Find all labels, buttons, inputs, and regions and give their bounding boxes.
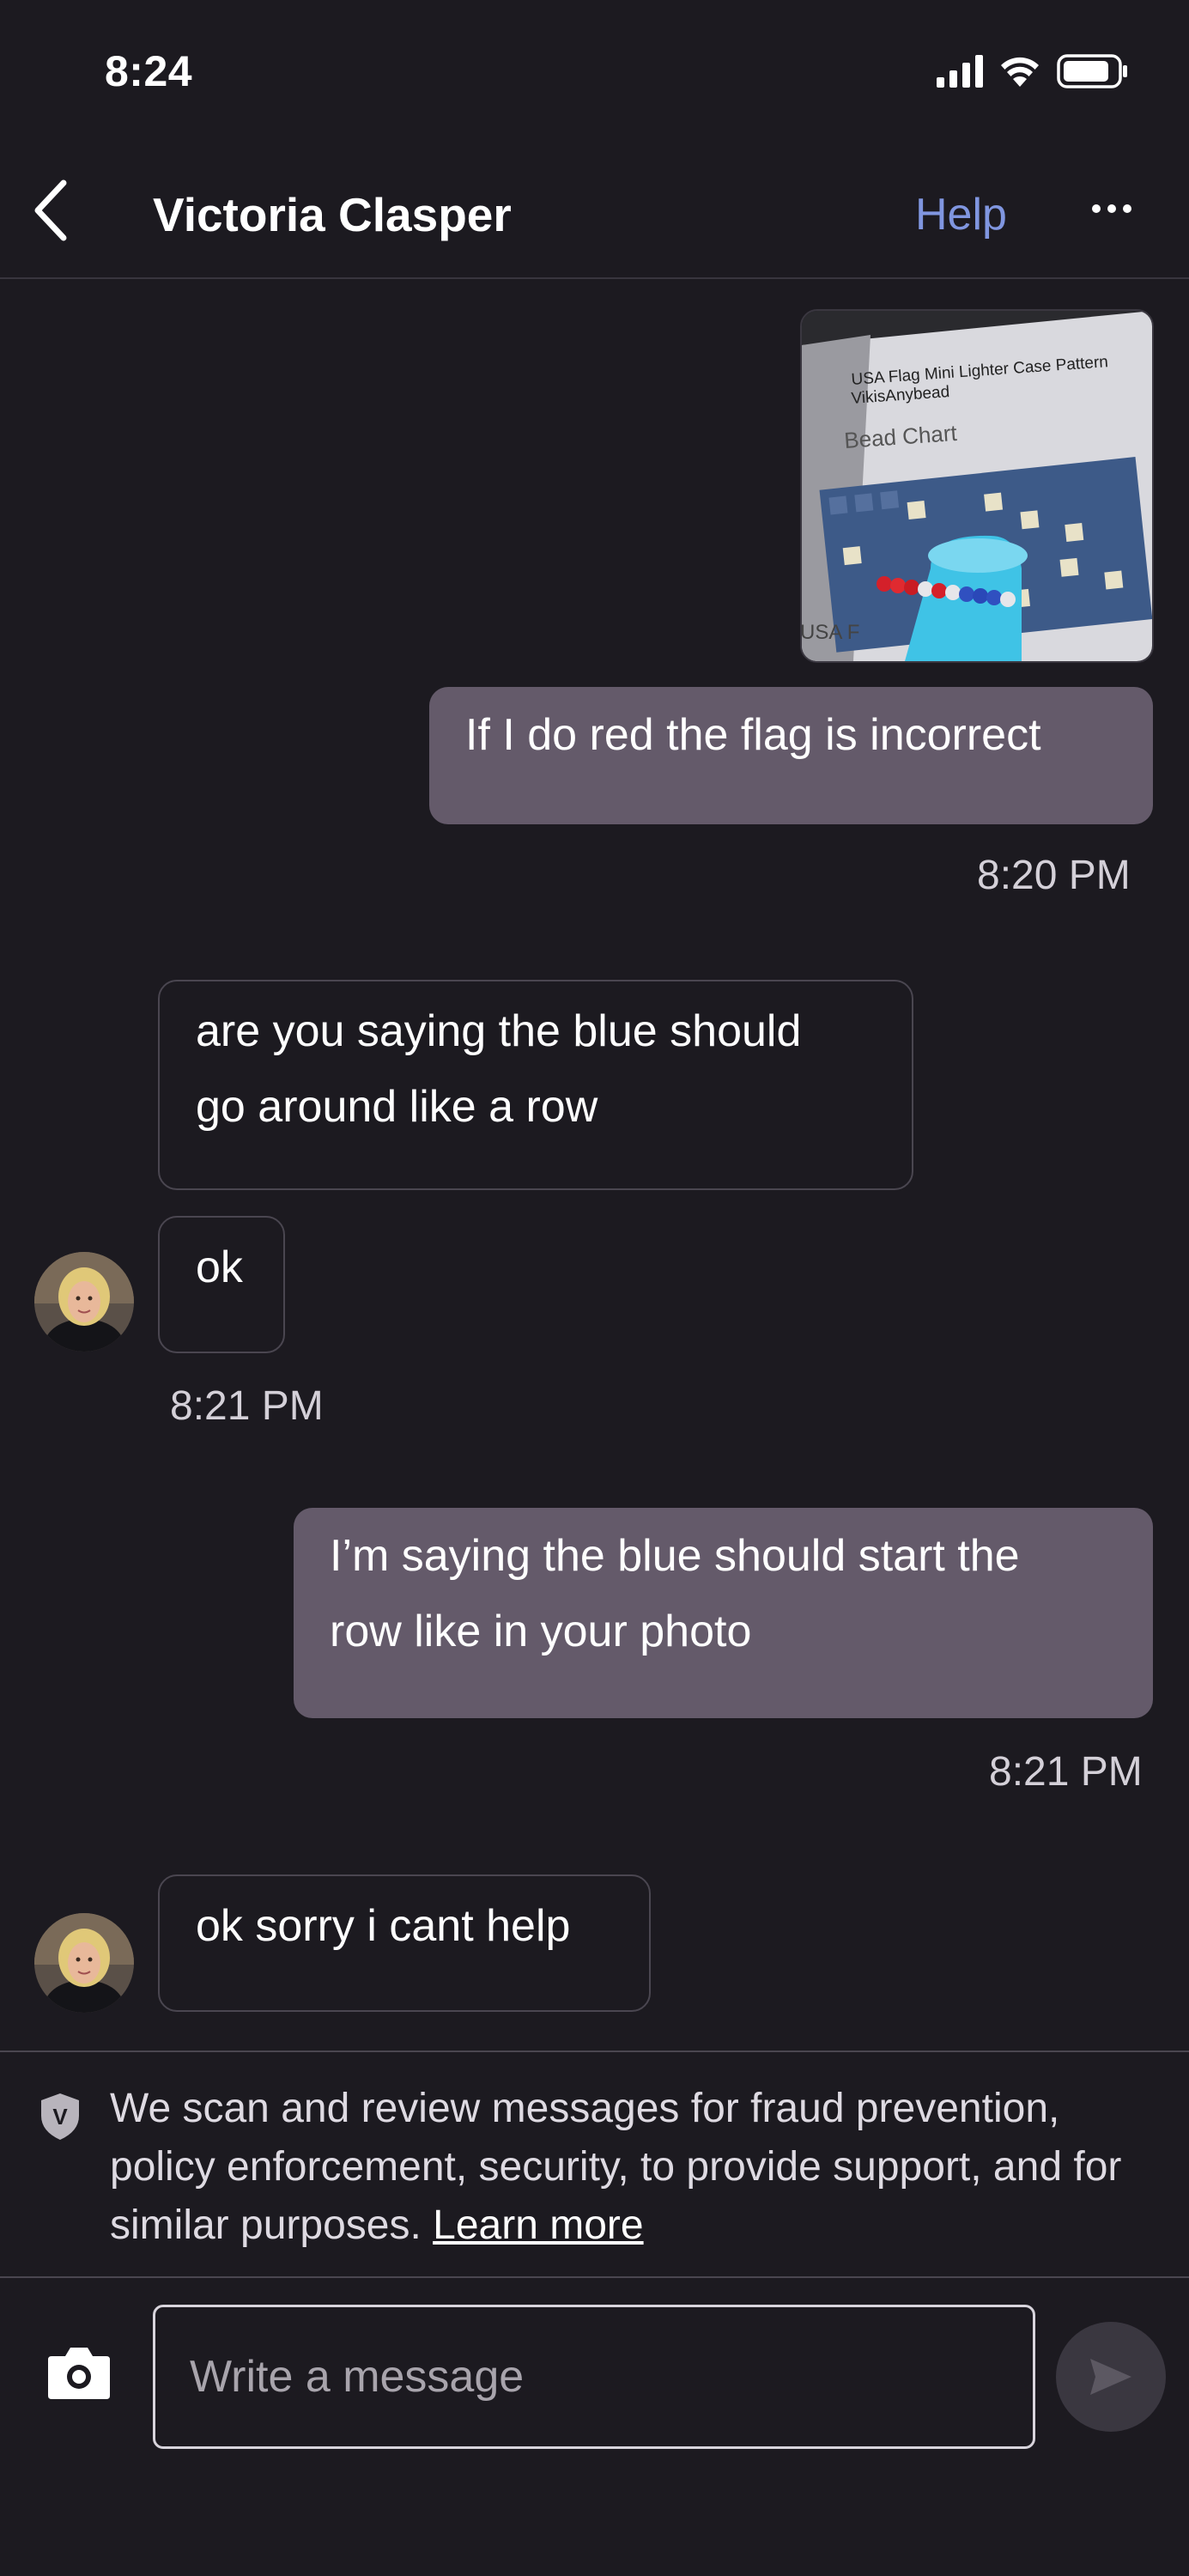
svg-text:USA F: USA F [802, 621, 859, 644]
camera-button[interactable] [45, 2342, 113, 2403]
message-text-line: I’m saying the blue should start the [330, 1531, 1020, 1581]
bead-chart-photo: USA Flag Mini Lighter Case Pattern Vikis… [802, 311, 1152, 661]
incoming-message: ok sorry i cant help [158, 1874, 651, 2012]
chat-header: Victoria Clasper Help [0, 146, 1189, 279]
help-link[interactable]: Help [915, 189, 1007, 240]
status-icons [937, 53, 1129, 89]
send-button[interactable] [1056, 2322, 1166, 2432]
send-icon [1090, 2359, 1131, 2395]
camera-icon [48, 2348, 110, 2399]
contact-name[interactable]: Victoria Clasper [153, 187, 512, 242]
wifi-icon [1001, 57, 1039, 87]
avatar-image [34, 1252, 134, 1352]
more-options-button[interactable] [1092, 204, 1131, 213]
incoming-message: are you saying the blue should go around… [158, 980, 913, 1190]
message-timestamp: 8:21 PM [989, 1749, 1143, 1795]
message-text-line: go around like a row [196, 1082, 598, 1132]
back-button[interactable] [24, 172, 76, 249]
message-text: ok [196, 1242, 243, 1292]
message-text: If I do red the flag is incorrect [465, 710, 1041, 760]
more-dots-icon [1092, 204, 1101, 213]
avatar[interactable] [34, 1252, 134, 1352]
learn-more-link[interactable]: Learn more [433, 2202, 643, 2248]
battery-icon [1057, 54, 1127, 88]
message-timestamp: 8:21 PM [170, 1383, 324, 1429]
signal-icon [937, 55, 983, 88]
notice-text-block: We scan and review messages for fraud pr… [110, 2080, 1157, 2255]
message-text: ok sorry i cant help [196, 1901, 571, 1951]
outgoing-message: I’m saying the blue should start the row… [294, 1508, 1153, 1718]
message-text-line: row like in your photo [330, 1607, 752, 1656]
chat-screen: 8:24 Victoria Clasper Help USA Flag Mini… [0, 0, 1189, 2576]
outgoing-message: If I do red the flag is incorrect [429, 687, 1153, 824]
back-chevron-icon [34, 179, 67, 241]
message-text-line: are you saying the blue should [196, 1006, 802, 1056]
privacy-notice: V We scan and review messages for fraud … [0, 2050, 1189, 2278]
shield-icon: V [41, 2093, 79, 2140]
status-time: 8:24 [105, 47, 193, 95]
svg-text:V: V [52, 2104, 68, 2129]
message-timestamp: 8:20 PM [977, 853, 1131, 898]
photo-message[interactable]: USA Flag Mini Lighter Case Pattern Vikis… [800, 309, 1154, 663]
message-input[interactable] [153, 2305, 1035, 2449]
avatar[interactable] [34, 1913, 134, 2013]
incoming-message: ok [158, 1216, 285, 1353]
avatar-image [34, 1913, 134, 2013]
